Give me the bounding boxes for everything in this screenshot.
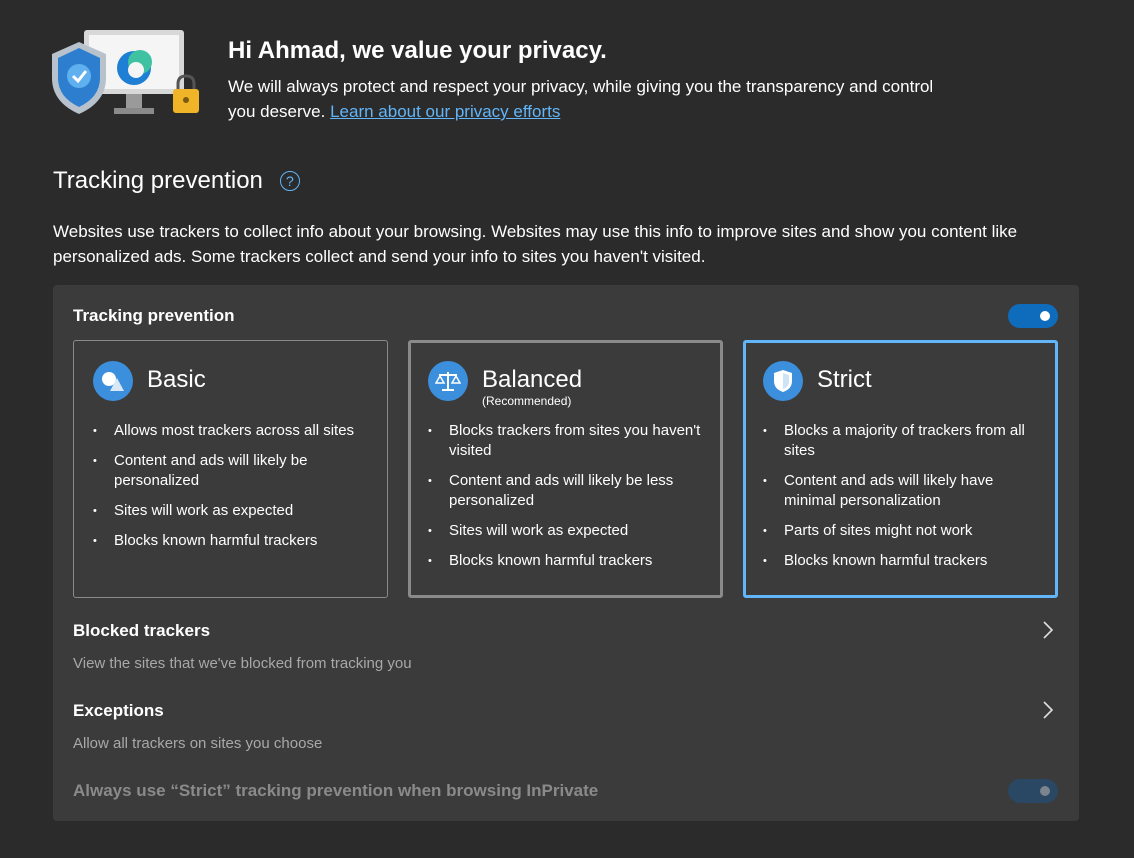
list-item: Content and ads will likely be personali… (92, 451, 372, 491)
recommended-label: (Recommended) (482, 394, 572, 408)
privacy-illustration (52, 28, 208, 120)
option-basic[interactable]: Basic Allows most trackers across all si… (73, 340, 388, 598)
option-label: Basic (147, 366, 206, 393)
list-item: Parts of sites might not work (762, 521, 1042, 541)
list-item: Content and ads will likely have minimal… (762, 471, 1042, 511)
option-header: Basic (93, 361, 206, 401)
card-title: Tracking prevention (73, 306, 235, 325)
section-description: Websites use trackers to collect info ab… (53, 222, 1018, 266)
list-item: Blocks known harmful trackers (92, 531, 372, 551)
section-title-text: Tracking prevention (53, 167, 263, 194)
tracking-prevention-toggle[interactable] (1008, 304, 1058, 328)
list-item: Allows most trackers across all sites (92, 421, 372, 441)
option-bullets: Blocks trackers from sites you haven't v… (427, 421, 707, 581)
option-balanced[interactable]: Balanced (Recommended) Blocks trackers f… (408, 340, 723, 598)
option-header: Balanced (Recommended) (428, 361, 582, 407)
option-bullets: Allows most trackers across all sites Co… (92, 421, 372, 561)
list-item: Sites will work as expected (427, 521, 707, 541)
scales-icon (428, 361, 468, 401)
list-item: Blocks known harmful trackers (762, 551, 1042, 571)
exceptions-description: Allow all trackers on sites you choose (73, 735, 323, 752)
tracking-prevention-card: Tracking prevention Basic Allows most tr… (53, 285, 1079, 821)
inprivate-strict-label: Always use “Strict” tracking prevention … (73, 781, 599, 800)
inprivate-strict-toggle[interactable] (1008, 779, 1058, 803)
chevron-right-icon[interactable] (1041, 699, 1055, 721)
toggle-knob (1040, 786, 1050, 796)
list-item: Blocks a majority of trackers from all s… (762, 421, 1042, 461)
greeting-title: Hi Ahmad, we value your privacy. (228, 37, 607, 64)
chevron-right-icon[interactable] (1041, 619, 1055, 641)
option-strict[interactable]: Strict Blocks a majority of trackers fro… (743, 340, 1058, 598)
option-label-wrap: Balanced (Recommended) (482, 361, 582, 407)
option-label: Strict (817, 366, 872, 393)
list-item: Blocks trackers from sites you haven't v… (427, 421, 707, 461)
privacy-efforts-link[interactable]: Learn about our privacy efforts (330, 102, 560, 121)
shield-icon (763, 361, 803, 401)
list-item: Content and ads will likely be less pers… (427, 471, 707, 511)
basic-shapes-icon (93, 361, 133, 401)
option-label-wrap: Strict (817, 361, 872, 399)
option-header: Strict (763, 361, 872, 401)
option-bullets: Blocks a majority of trackers from all s… (762, 421, 1042, 581)
blocked-trackers-description: View the sites that we've blocked from t… (73, 655, 412, 672)
list-item: Blocks known harmful trackers (427, 551, 707, 571)
toggle-knob (1040, 311, 1050, 321)
privacy-greeting: Hi Ahmad, we value your privacy. We will… (228, 36, 948, 124)
list-item: Sites will work as expected (92, 501, 372, 521)
option-label-wrap: Basic (147, 361, 206, 399)
blocked-trackers-title[interactable]: Blocked trackers (73, 621, 210, 641)
greeting-description: We will always protect and respect your … (228, 74, 948, 124)
question-circle-icon[interactable]: ? (279, 171, 300, 191)
section-title: Tracking prevention ? (53, 166, 300, 196)
exceptions-title[interactable]: Exceptions (73, 701, 164, 721)
